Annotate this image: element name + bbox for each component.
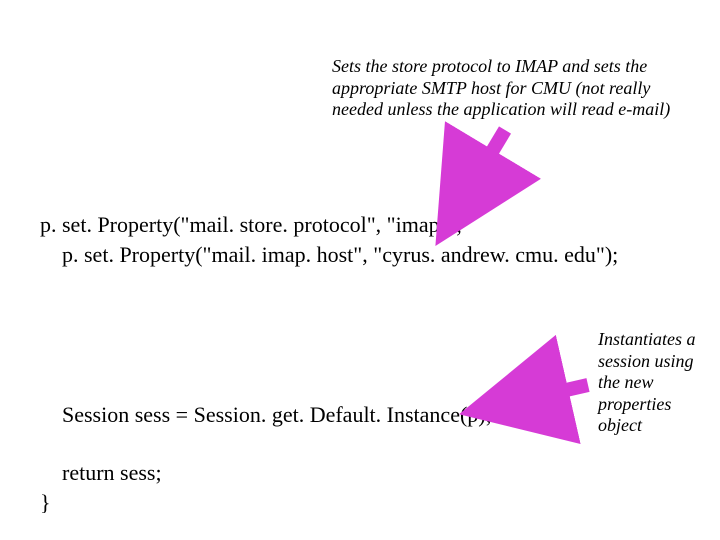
code-line-4: return sess; <box>62 460 162 485</box>
code-line-1: p. set. Property("mail. store. protocol"… <box>40 212 462 237</box>
code-setproperty-block: p. set. Property("mail. store. protocol"… <box>40 210 618 269</box>
code-return-line: return sess; <box>62 458 162 488</box>
code-line-2: p. set. Property("mail. imap. host", "cy… <box>40 242 618 267</box>
annotation-top: Sets the store protocol to IMAP and sets… <box>332 56 672 121</box>
code-closing-brace: } <box>40 488 51 518</box>
code-line-3: Session sess = Session. get. Default. In… <box>62 402 492 427</box>
code-session-line: Session sess = Session. get. Default. In… <box>62 400 492 430</box>
slide: Sets the store protocol to IMAP and sets… <box>0 0 720 540</box>
code-line-5: } <box>40 490 51 515</box>
annotation-right: Instantiates a session using the new pro… <box>598 329 708 437</box>
